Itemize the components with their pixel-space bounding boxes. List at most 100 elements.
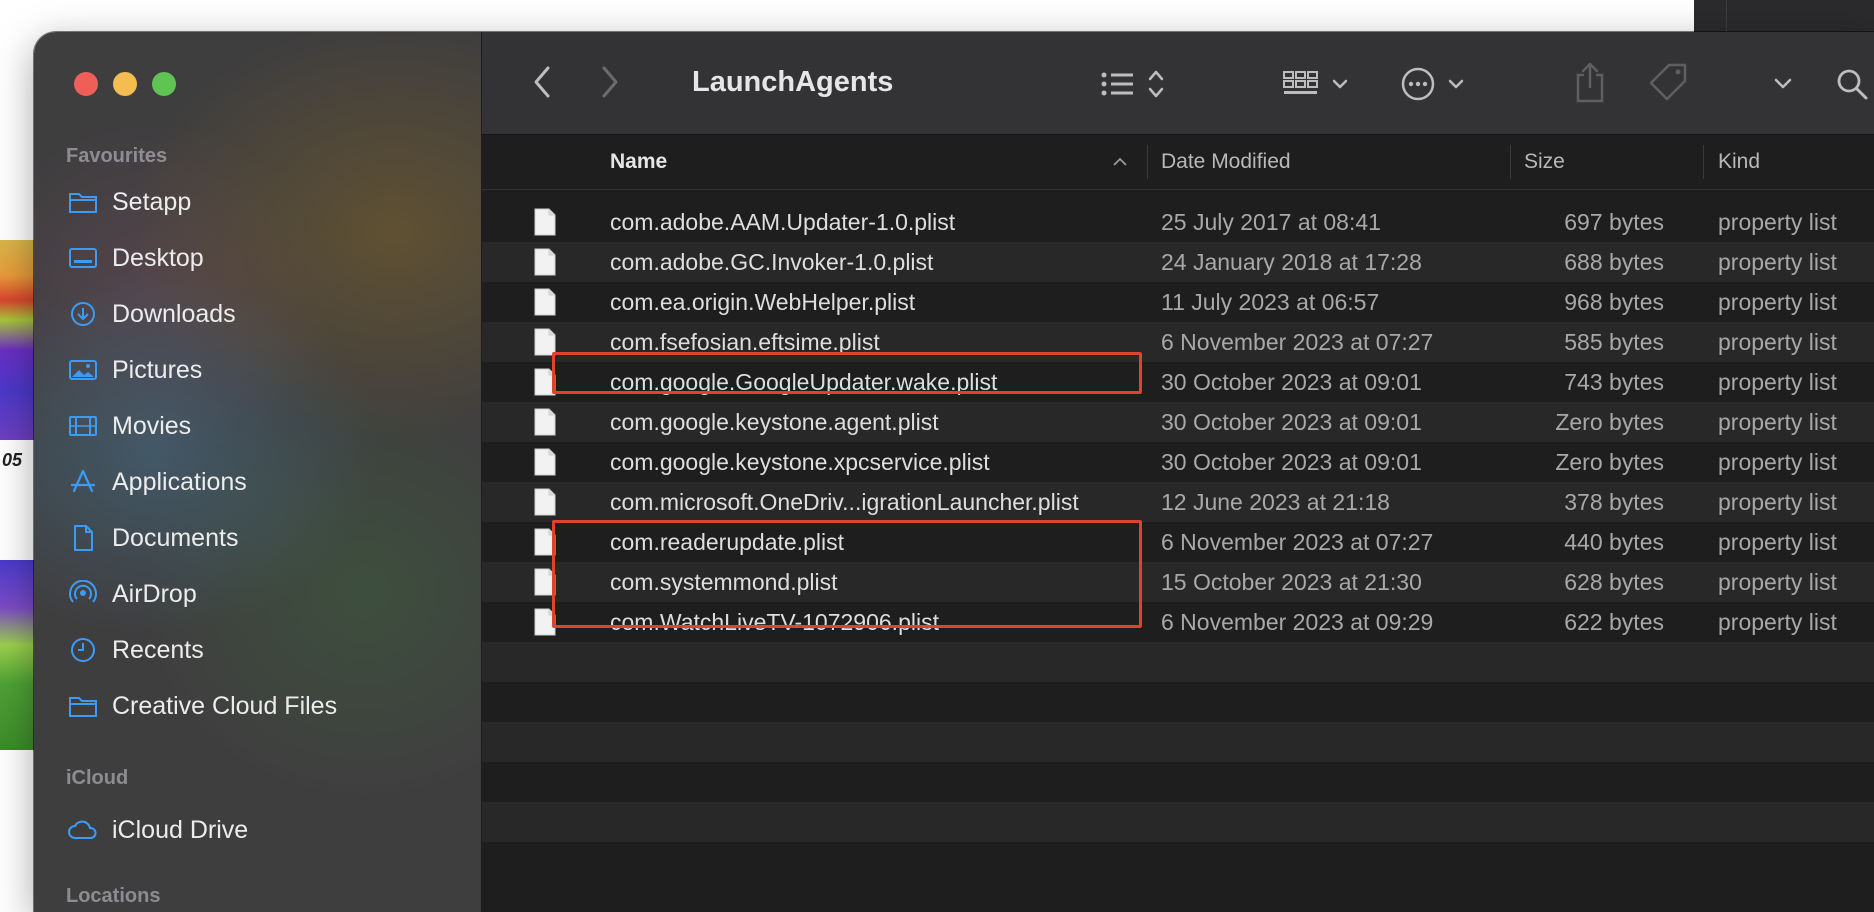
file-kind: property list	[1718, 488, 1837, 515]
sidebar-section-icloud: iCloud	[66, 767, 129, 789]
table-row[interactable]: com.google.keystone.xpcservice.plist 30 O…	[482, 442, 1874, 482]
column-header-size[interactable]: Size	[1524, 135, 1565, 189]
minimize-button[interactable]	[113, 72, 137, 96]
sidebar-item-label: Movies	[112, 411, 192, 440]
column-divider[interactable]	[1510, 145, 1511, 179]
table-row[interactable]: com.adobe.GC.Invoker-1.0.plist 24 January…	[482, 242, 1874, 282]
table-row[interactable]: com.microsoft.OneDriv...igrationLauncher…	[482, 482, 1874, 522]
desktop-background-left: 05 05	[0, 240, 34, 760]
sidebar-item-applications[interactable]: Applications	[66, 462, 466, 502]
movies-icon	[66, 412, 100, 440]
file-date-modified: 6 November 2023 at 07:27	[1161, 328, 1434, 355]
sidebar-item-airdrop[interactable]: AirDrop	[66, 574, 466, 614]
sidebar-item-recents[interactable]: Recents	[66, 630, 466, 670]
column-header: Name Date Modified Size Kind	[482, 135, 1874, 190]
table-row[interactable]: com.systemmond.plist 15 October 2023 at 2…	[482, 562, 1874, 602]
table-row[interactable]: com.fsefosian.eftsime.plist 6 November 20…	[482, 322, 1874, 362]
more-toolbar-button[interactable]	[1768, 68, 1798, 100]
window-title: LaunchAgents	[692, 66, 894, 98]
tag-icon	[1649, 63, 1687, 101]
file-size: 440 bytes	[1564, 528, 1664, 555]
more-icon	[1401, 67, 1464, 101]
file-date-modified: 12 June 2023 at 21:18	[1161, 488, 1390, 515]
file-name: com.adobe.AAM.Updater-1.0.plist	[610, 208, 956, 235]
file-kind: property list	[1718, 288, 1837, 315]
file-size: 628 bytes	[1564, 568, 1664, 595]
sidebar-item-label: Downloads	[112, 299, 236, 328]
forward-button[interactable]	[590, 60, 630, 104]
tags-button[interactable]	[1644, 60, 1692, 104]
close-button[interactable]	[74, 72, 98, 96]
column-divider[interactable]	[1703, 145, 1704, 179]
airdrop-icon	[66, 580, 100, 608]
table-row[interactable]: com.readerupdate.plist 6 November 2023 at…	[482, 522, 1874, 562]
table-row[interactable]: com.google.keystone.agent.plist 30 Octobe…	[482, 402, 1874, 442]
file-kind: property list	[1718, 568, 1837, 595]
sidebar-section-locations: Locations	[66, 885, 161, 907]
empty-row	[482, 682, 1874, 722]
file-name: com.google.keystone.xpcservice.plist	[610, 448, 990, 475]
file-kind: property list	[1718, 368, 1837, 395]
view-options-button[interactable]	[1098, 62, 1176, 106]
sidebar-section-favourites: Favourites	[66, 145, 168, 167]
sidebar-item-icloud-drive[interactable]: iCloud Drive	[66, 810, 466, 850]
column-header-name[interactable]: Name	[610, 135, 667, 189]
file-date-modified: 25 July 2017 at 08:41	[1161, 208, 1381, 235]
file-date-modified: 24 January 2018 at 17:28	[1161, 248, 1422, 275]
action-button[interactable]	[1400, 62, 1474, 106]
file-name: com.microsoft.OneDriv...igrationLauncher…	[610, 488, 1079, 515]
sidebar-item-movies[interactable]: Movies	[66, 406, 466, 446]
finder-window: Favourites Setapp Desktop Downloads Pict…	[34, 32, 1874, 912]
chevron-down-icon	[1774, 78, 1792, 89]
sidebar-item-pictures[interactable]: Pictures	[66, 350, 466, 390]
share-icon	[1576, 62, 1604, 103]
sidebar-item-documents[interactable]: Documents	[66, 518, 466, 558]
search-button[interactable]	[1832, 62, 1872, 106]
sidebar-item-creative-cloud-files[interactable]: Creative Cloud Files	[66, 686, 466, 726]
file-size: 585 bytes	[1564, 328, 1664, 355]
table-row[interactable]: com.ea.origin.WebHelper.plist 11 July 202…	[482, 282, 1874, 322]
table-row[interactable]: com.google.GoogleUpdater.wake.plist 30 Oc…	[482, 362, 1874, 402]
empty-row	[482, 642, 1874, 682]
file-size: 622 bytes	[1564, 608, 1664, 635]
empty-row	[482, 802, 1874, 842]
file-date-modified: 6 November 2023 at 09:29	[1161, 608, 1434, 635]
sidebar-item-label: Documents	[112, 523, 239, 552]
sidebar-item-setapp[interactable]: Setapp	[66, 182, 466, 222]
sidebar-item-desktop[interactable]: Desktop	[66, 238, 466, 278]
table-row[interactable]: com.WatchLiveTV-1072906.plist 6 November …	[482, 602, 1874, 642]
file-kind: property list	[1718, 528, 1837, 555]
sidebar-item-downloads[interactable]: Downloads	[66, 294, 466, 334]
share-button[interactable]	[1570, 58, 1610, 106]
sort-ascending-icon	[1112, 135, 1128, 189]
applications-icon	[66, 468, 100, 496]
file-kind: property list	[1718, 408, 1837, 435]
downloads-icon	[66, 300, 100, 328]
zoom-button[interactable]	[152, 72, 176, 96]
chevron-left-icon	[534, 66, 550, 98]
sidebar-item-label: AirDrop	[112, 579, 197, 608]
file-date-modified: 30 October 2023 at 09:01	[1161, 448, 1422, 475]
file-kind: property list	[1718, 208, 1837, 235]
folder-icon	[66, 692, 100, 720]
empty-row	[482, 762, 1874, 802]
grid-group-icon	[1283, 71, 1348, 94]
column-header-date[interactable]: Date Modified	[1161, 135, 1291, 189]
file-kind: property list	[1718, 448, 1837, 475]
file-size: Zero bytes	[1555, 448, 1664, 475]
file-name: com.adobe.GC.Invoker-1.0.plist	[610, 248, 934, 275]
sidebar-item-label: Setapp	[112, 187, 192, 216]
table-row[interactable]: com.adobe.AAM.Updater-1.0.plist 25 July 2…	[482, 202, 1874, 242]
file-size: Zero bytes	[1555, 408, 1664, 435]
clock-icon	[66, 636, 100, 664]
back-button[interactable]	[522, 60, 562, 104]
column-divider[interactable]	[1147, 145, 1148, 179]
sidebar: Favourites Setapp Desktop Downloads Pict…	[34, 32, 482, 912]
column-header-kind[interactable]: Kind	[1718, 135, 1760, 189]
background-chart-fragment	[0, 560, 34, 750]
group-button[interactable]	[1282, 62, 1356, 106]
file-name: com.WatchLiveTV-1072906.plist	[610, 608, 939, 635]
sidebar-item-label: iCloud Drive	[112, 815, 249, 844]
desktop-icon	[66, 244, 100, 272]
file-date-modified: 6 November 2023 at 07:27	[1161, 528, 1434, 555]
